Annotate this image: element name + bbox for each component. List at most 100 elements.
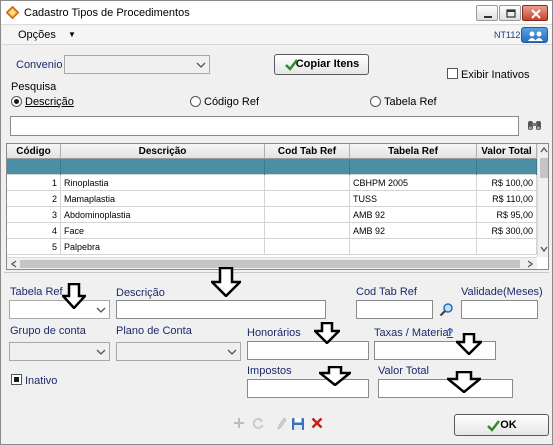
chevron-down-icon [96, 349, 106, 355]
down-arrow-annotation-icon [62, 283, 86, 309]
table-row-selected[interactable] [7, 159, 537, 175]
table-row[interactable]: 3 Abdominoplastia AMB 92 R$ 95,00 [7, 207, 537, 223]
close-icon [531, 9, 541, 19]
table-row[interactable]: 4 Face AMB 92 R$ 300,00 [7, 223, 537, 239]
chevron-down-icon [96, 307, 106, 313]
app-icon [6, 6, 19, 19]
chevron-up-icon[interactable] [540, 146, 548, 154]
user-button[interactable] [521, 27, 548, 43]
radio-tabela-ref[interactable] [370, 96, 381, 107]
honorarios-label: Honorários [247, 327, 301, 339]
search-input[interactable] [10, 116, 519, 136]
exibir-inativos-checkbox[interactable] [447, 68, 458, 79]
cell-valor-total: R$ 95,00 [477, 207, 537, 223]
chevron-down-icon[interactable] [540, 245, 548, 253]
window-title: Cadastro Tipos de Procedimentos [24, 7, 190, 19]
magnifier-icon[interactable] [439, 302, 454, 317]
minimize-icon [484, 16, 492, 18]
table-row[interactable]: 1 Rinoplastia CBHPM 2005 R$ 100,00 [7, 175, 537, 191]
cell-codigo: 3 [7, 207, 61, 223]
tabela-ref-label: Tabela Ref [10, 286, 63, 298]
plano-conta-label: Plano de Conta [116, 325, 192, 337]
exibir-inativos-label: Exibir Inativos [461, 69, 530, 81]
menu-bar: Opções ▼ NT112 [2, 26, 552, 45]
cell-tabela-ref: AMB 92 [350, 223, 477, 239]
cell-tabela-ref: TUSS [350, 191, 477, 207]
refresh-icon[interactable] [252, 417, 265, 430]
check-icon [285, 59, 298, 71]
copiar-itens-button[interactable]: Copiar Itens [274, 54, 369, 75]
cell-cod-tab-ref [265, 175, 350, 191]
cell-descricao: Mamaplastia [61, 191, 265, 207]
taxas-material-label: Taxas / Material [374, 327, 452, 339]
radio-codigo-ref-label: Código Ref [204, 96, 260, 108]
validade-input[interactable] [461, 300, 538, 319]
binoculars-icon[interactable] [527, 118, 542, 132]
column-header-descricao[interactable]: Descrição [61, 144, 265, 159]
grupo-conta-select[interactable] [9, 342, 110, 361]
convenio-select[interactable] [64, 55, 210, 74]
plano-conta-select[interactable] [116, 342, 241, 361]
chevron-down-icon [227, 349, 237, 355]
cell-cod-tab-ref [265, 191, 350, 207]
radio-codigo-ref[interactable] [190, 96, 201, 107]
valor-total-input[interactable] [378, 379, 513, 398]
tabela-ref-select[interactable] [9, 300, 110, 319]
table-cell [350, 159, 477, 175]
add-icon[interactable] [233, 417, 245, 429]
table-cell [265, 159, 350, 175]
chevron-left-icon[interactable] [10, 260, 18, 268]
cell-valor-total [477, 239, 537, 255]
cell-tabela-ref: AMB 92 [350, 207, 477, 223]
cod-tab-ref-label: Cod Tab Ref [356, 286, 417, 298]
ok-label: OK [500, 419, 517, 431]
cod-tab-ref-input[interactable] [356, 300, 433, 319]
down-arrow-annotation-icon [447, 371, 481, 393]
column-header-tabela-ref[interactable]: Tabela Ref [350, 144, 477, 159]
save-icon[interactable] [291, 417, 305, 431]
procedimentos-table[interactable]: Código Descrição Cod Tab Ref Tabela Ref … [6, 143, 549, 270]
menu-opcoes[interactable]: Opções [18, 29, 56, 41]
table-row[interactable]: 5 Palpebra [7, 239, 537, 255]
chevron-down-icon[interactable]: ▼ [68, 30, 76, 39]
inativo-checkbox[interactable] [11, 374, 22, 385]
maximize-button[interactable] [499, 5, 521, 21]
down-arrow-annotation-icon [456, 333, 482, 355]
horizontal-scroll-thumb[interactable] [20, 260, 520, 268]
cell-descricao: Palpebra [61, 239, 265, 255]
taxas-help-link[interactable]: ? [447, 327, 453, 339]
close-button[interactable] [522, 5, 548, 21]
inativo-label: Inativo [25, 375, 58, 387]
impostos-label: Impostos [247, 365, 292, 377]
cell-descricao: Abdominoplastia [61, 207, 265, 223]
minimize-button[interactable] [476, 5, 498, 21]
table-cell [7, 159, 61, 175]
cell-valor-total: R$ 300,00 [477, 223, 537, 239]
chevron-down-icon [196, 62, 206, 68]
vertical-scrollbar[interactable] [537, 144, 548, 257]
check-icon [487, 420, 500, 432]
cell-cod-tab-ref [265, 223, 350, 239]
down-arrow-annotation-icon [314, 322, 340, 344]
screen-code: NT112 [494, 30, 521, 40]
delete-icon[interactable] [311, 417, 323, 429]
column-header-cod-tab-ref[interactable]: Cod Tab Ref [265, 144, 350, 159]
table-header: Código Descrição Cod Tab Ref Tabela Ref … [7, 144, 537, 159]
column-header-codigo[interactable]: Código [7, 144, 61, 159]
chevron-right-icon[interactable] [526, 260, 534, 268]
table-row[interactable]: 2 Mamaplastia TUSS R$ 110,00 [7, 191, 537, 207]
grupo-conta-label: Grupo de conta [10, 325, 86, 337]
radio-descricao[interactable] [11, 96, 22, 107]
table-cell [477, 159, 537, 175]
window: Cadastro Tipos de Procedimentos Opções ▼… [0, 0, 553, 445]
cell-cod-tab-ref [265, 239, 350, 255]
ok-button[interactable]: OK [454, 414, 549, 436]
cell-codigo: 1 [7, 175, 61, 191]
column-header-valor-total[interactable]: Valor Total [477, 144, 537, 159]
descricao-input[interactable] [116, 300, 326, 319]
horizontal-scrollbar[interactable] [7, 257, 537, 269]
edit-icon[interactable] [277, 417, 287, 430]
honorarios-input[interactable] [247, 341, 369, 360]
vertical-scroll-thumb[interactable] [540, 158, 548, 178]
title-bar: Cadastro Tipos de Procedimentos [1, 1, 552, 25]
